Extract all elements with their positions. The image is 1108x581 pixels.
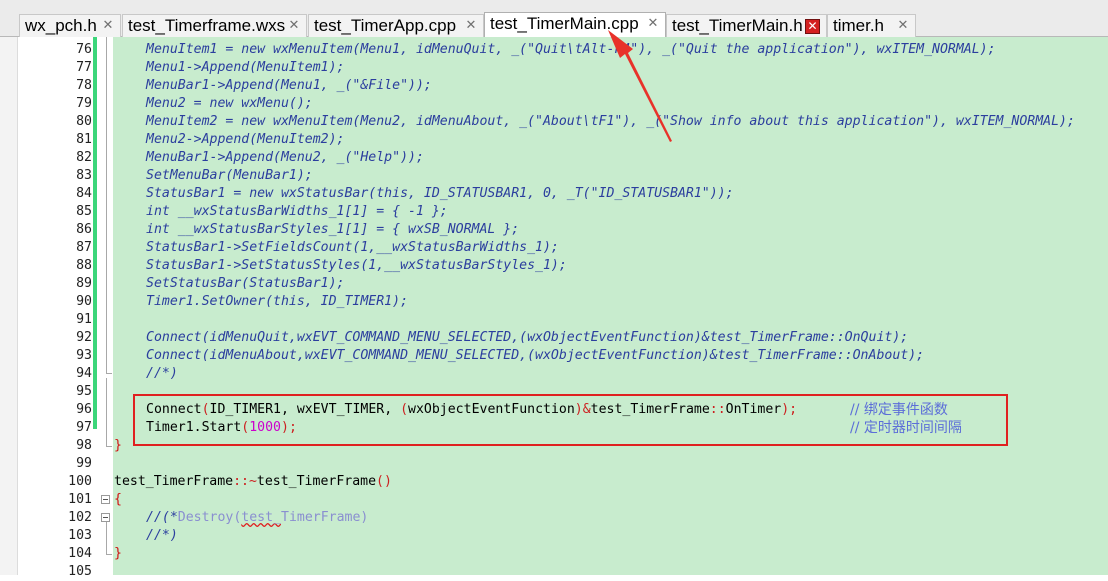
arrow-shape [608,30,672,142]
annotation-arrow [608,30,672,142]
